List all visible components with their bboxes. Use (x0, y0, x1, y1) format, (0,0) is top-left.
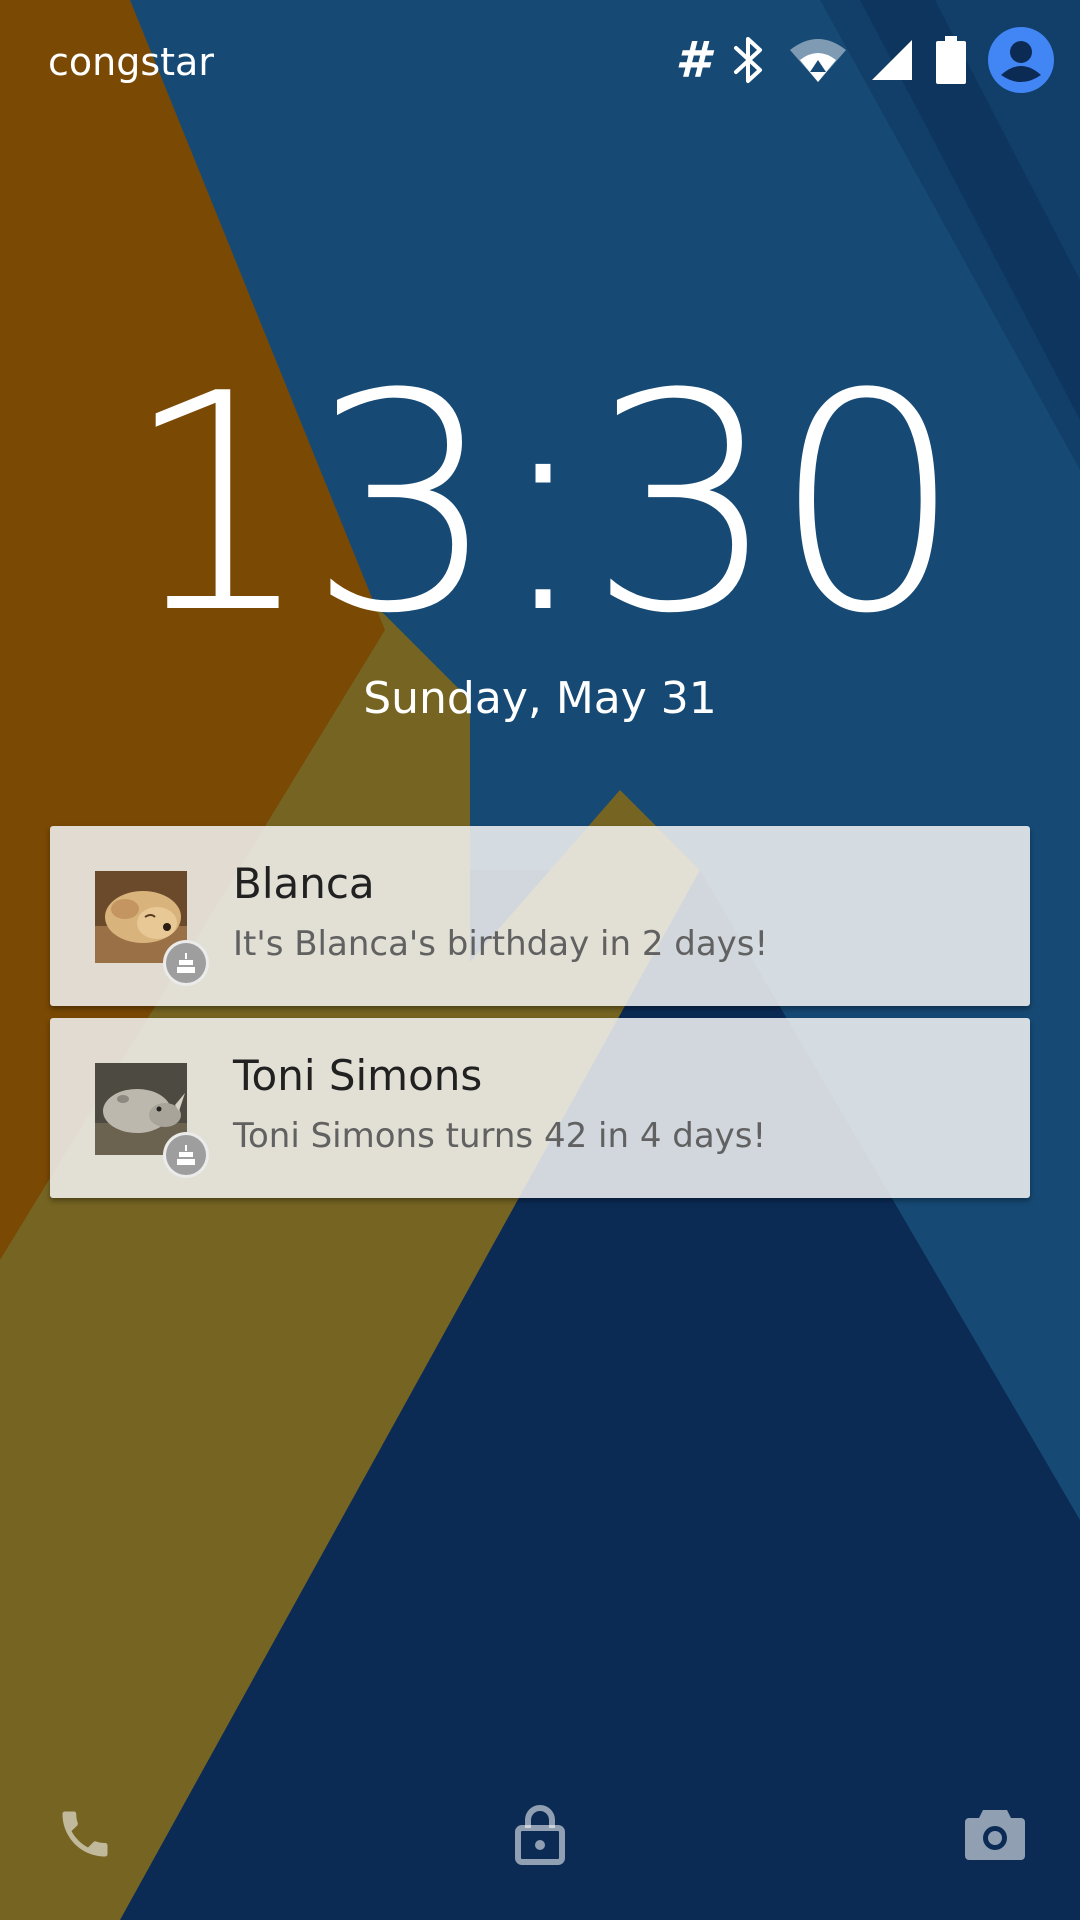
wifi-icon (788, 36, 848, 84)
birthday-cake-icon (163, 940, 209, 986)
birthday-cake-icon (163, 1132, 209, 1178)
phone-icon[interactable] (45, 1794, 125, 1874)
notification-text: Toni Simons turns 42 in 4 days! (233, 1116, 767, 1156)
notification-text: It's Blanca's birthday in 2 days! (233, 924, 769, 964)
cell-signal-icon (870, 38, 914, 82)
user-avatar-icon[interactable] (988, 27, 1054, 93)
lock-icon[interactable] (500, 1794, 580, 1874)
camera-icon[interactable] (955, 1794, 1035, 1874)
notification-title: Blanca (233, 859, 375, 908)
status-icons: # (653, 27, 1054, 93)
notification-title: Toni Simons (233, 1051, 483, 1100)
lockscreen-bottom-bar (0, 1790, 1080, 1890)
notification-card[interactable]: Toni Simons Toni Simons turns 42 in 4 da… (50, 1018, 1030, 1198)
bluetooth-icon (732, 35, 766, 85)
notification-card[interactable]: Blanca It's Blanca's birthday in 2 days! (50, 826, 1030, 1006)
lockscreen-clock: 13:30 (122, 330, 964, 679)
battery-icon (936, 36, 966, 84)
lockscreen-date: Sunday, May 31 (363, 673, 717, 724)
hashtag-icon: # (675, 31, 710, 89)
notification-list: Blanca It's Blanca's birthday in 2 days!… (50, 826, 1030, 1210)
carrier-name: congstar (48, 40, 214, 84)
status-bar: congstar # (0, 0, 1080, 120)
